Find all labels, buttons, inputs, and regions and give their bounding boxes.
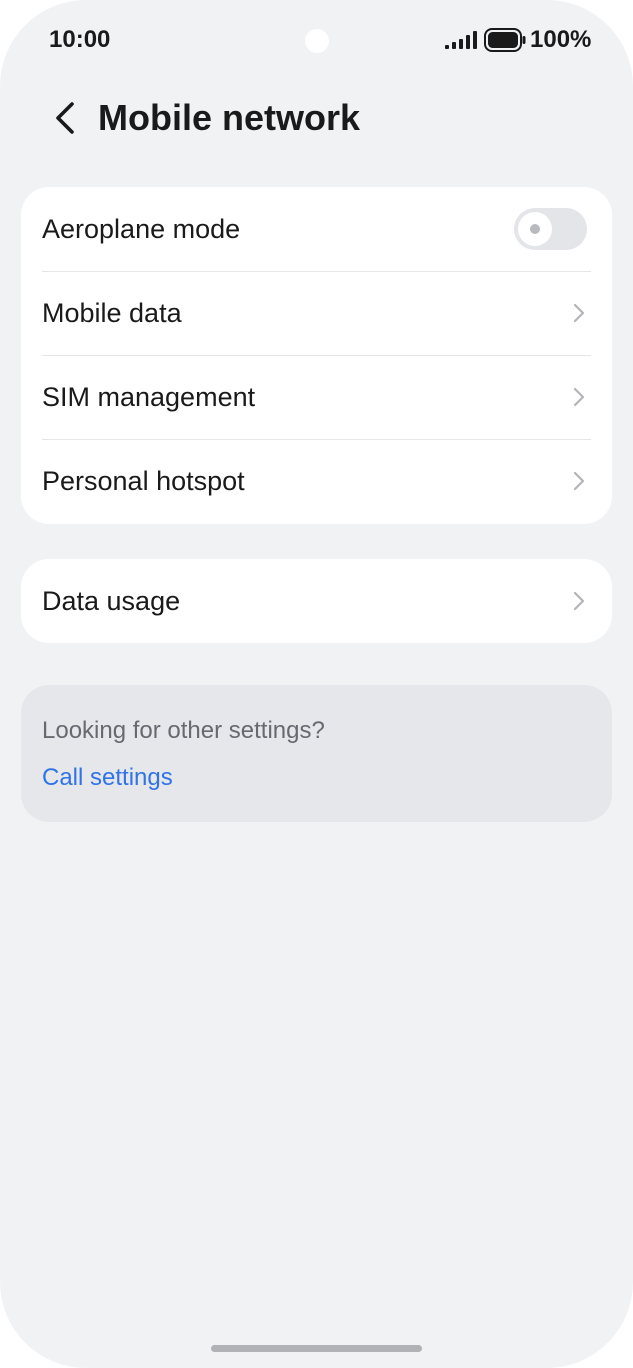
other-settings-hint: Looking for other settings? [42,717,325,744]
phone-screen: 10:00 100% Mobile network Aeroplane mode [0,0,633,1368]
data-usage-label: Data usage [42,586,181,616]
network-settings-card: Aeroplane mode Mobile data SIM managemen… [21,187,612,524]
back-button[interactable] [40,92,90,144]
data-usage-row[interactable]: Data usage [21,559,612,643]
aeroplane-mode-row[interactable]: Aeroplane mode [21,187,612,271]
personal-hotspot-row[interactable]: Personal hotspot [21,439,612,523]
aeroplane-mode-toggle[interactable] [514,208,587,250]
battery-percentage: 100% [530,26,592,53]
data-usage-card: Data usage [21,559,612,643]
chevron-right-icon [573,471,585,491]
status-time: 10:00 [49,26,111,53]
toggle-off-indicator [530,224,540,234]
chevron-right-icon [573,591,585,611]
mobile-data-row[interactable]: Mobile data [21,271,612,355]
personal-hotspot-label: Personal hotspot [42,466,245,496]
page-title: Mobile network [98,97,361,138]
battery-icon [484,28,526,52]
mobile-data-label: Mobile data [42,298,182,328]
signal-icon [445,31,477,49]
toggle-knob [518,212,552,246]
back-chevron-icon [56,102,74,134]
call-settings-link[interactable]: Call settings [42,763,173,793]
aeroplane-mode-label: Aeroplane mode [42,214,241,244]
chevron-right-icon [573,303,585,323]
other-settings-card: Looking for other settings? Call setting… [21,685,612,822]
chevron-right-icon [573,387,585,407]
camera-cutout [305,29,329,53]
home-indicator[interactable] [211,1345,422,1352]
sim-management-row[interactable]: SIM management [21,355,612,439]
sim-management-label: SIM management [42,382,256,412]
